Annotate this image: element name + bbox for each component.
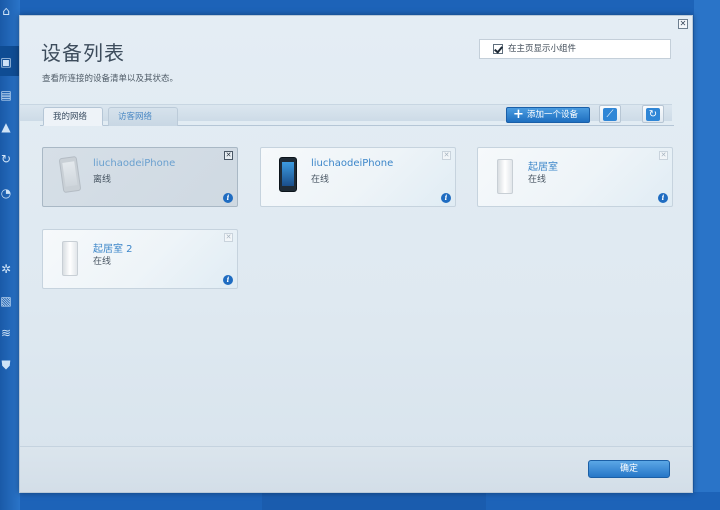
settings-icon[interactable]: ✲: [0, 262, 12, 276]
device-card[interactable]: liuchaodeiPhone 在线 ✕ i: [260, 147, 456, 207]
device-status: 在线: [528, 175, 547, 185]
clean-button[interactable]: ⟋: [599, 105, 621, 123]
alert-icon[interactable]: ▲: [0, 120, 12, 134]
refresh-nav-icon[interactable]: ↻: [0, 152, 12, 166]
media-icon[interactable]: ▧: [0, 294, 12, 308]
router-node-icon: [62, 241, 78, 276]
wifi-icon[interactable]: ≋: [0, 326, 12, 340]
add-device-label: 添加一个设备: [527, 110, 579, 120]
info-icon[interactable]: i: [658, 193, 668, 203]
device-status: 在线: [93, 257, 112, 267]
router-node-icon: [497, 159, 513, 194]
show-widget-label: 在主页显示小组件: [508, 44, 577, 54]
device-card[interactable]: liuchaodeiPhone 离线 ✕ i: [42, 147, 238, 207]
refresh-icon: ↻: [646, 108, 660, 121]
add-device-button[interactable]: + 添加一个设备: [506, 107, 590, 123]
devices-icon[interactable]: ▣: [0, 55, 12, 69]
app-bottom-bar: [20, 492, 720, 510]
remove-device-icon[interactable]: ✕: [224, 151, 233, 160]
remove-device-icon[interactable]: ✕: [659, 151, 668, 160]
page-title: 设备列表: [41, 41, 125, 65]
tab-my-network[interactable]: 我的网络: [43, 107, 103, 126]
security-icon[interactable]: ⛊: [0, 358, 12, 372]
device-card[interactable]: 起居室 2 在线 ✕ i: [42, 229, 238, 289]
device-card[interactable]: 起居室 在线 ✕ i: [477, 147, 673, 207]
device-name[interactable]: liuchaodeiPhone: [311, 158, 393, 169]
phone-icon: [58, 155, 82, 194]
remove-device-icon[interactable]: ✕: [224, 233, 233, 242]
app-right-edge: [694, 0, 720, 510]
device-name[interactable]: liuchaodeiPhone: [93, 158, 175, 169]
tab-guest-network[interactable]: 访客网络: [108, 107, 178, 126]
refresh-button[interactable]: ↻: [642, 105, 664, 123]
show-widget-option[interactable]: 在主页显示小组件: [479, 39, 671, 59]
speed-icon[interactable]: ◔: [0, 186, 12, 200]
info-icon[interactable]: i: [223, 193, 233, 203]
page-subtitle: 查看所连接的设备清单以及其状态。: [42, 74, 179, 84]
home-icon[interactable]: ⌂: [0, 4, 12, 18]
tab-bar: 我的网络 访客网络 + 添加一个设备 ⟋ ↻: [20, 104, 674, 126]
dialog-footer: 确定: [20, 446, 692, 492]
close-icon[interactable]: ✕: [678, 19, 688, 29]
app-bottom-center: [262, 492, 486, 510]
ok-button[interactable]: 确定: [588, 460, 670, 478]
device-name[interactable]: 起居室 2: [93, 240, 133, 255]
device-status: 在线: [311, 175, 330, 185]
device-list-dialog: ✕ 设备列表 查看所连接的设备清单以及其状态。 在主页显示小组件 我的网络 访客…: [19, 15, 693, 493]
device-name[interactable]: 起居室: [528, 158, 558, 173]
phone-icon: [279, 157, 297, 192]
broom-icon: ⟋: [603, 108, 617, 121]
info-icon[interactable]: i: [223, 275, 233, 285]
guest-access-icon[interactable]: ▤: [0, 88, 12, 102]
plus-icon: +: [513, 107, 524, 122]
device-status: 离线: [93, 175, 112, 185]
app-sidebar: ⌂ ▣ ▤ ▲ ↻ ◔ ✲ ▧ ≋ ⛊: [0, 0, 26, 510]
remove-device-icon[interactable]: ✕: [442, 151, 451, 160]
info-icon[interactable]: i: [441, 193, 451, 203]
show-widget-checkbox[interactable]: [493, 44, 503, 54]
